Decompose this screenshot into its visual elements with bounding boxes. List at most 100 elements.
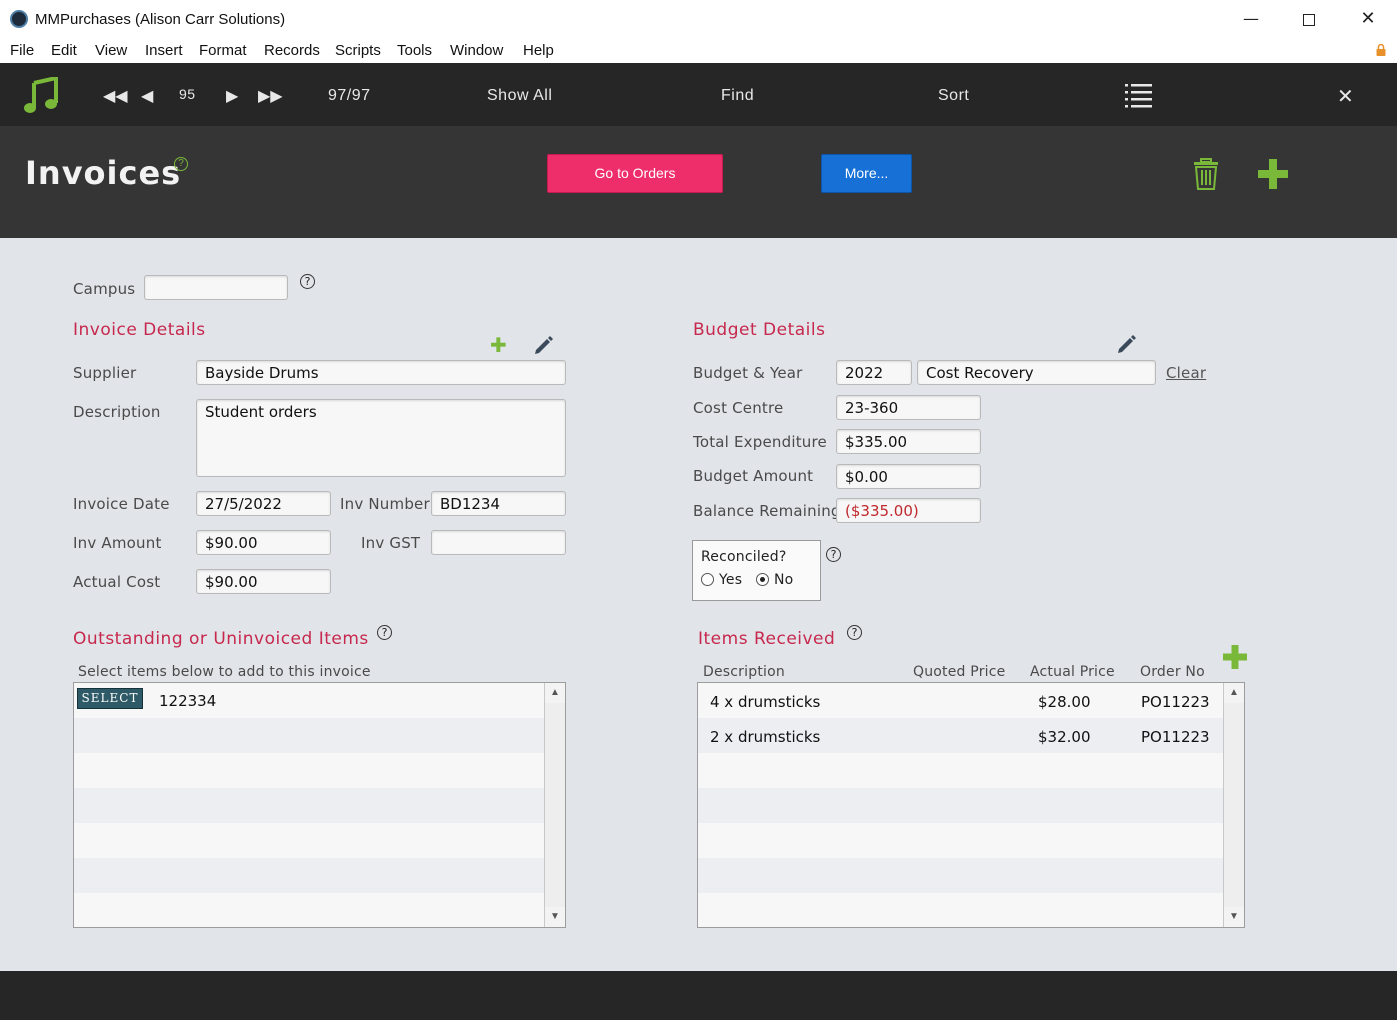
item-description: 4 x drumsticks bbox=[710, 693, 821, 711]
budget-amount-label: Budget Amount bbox=[693, 467, 814, 485]
window-title: MMPurchases (Alison Carr Solutions) bbox=[35, 11, 286, 28]
item-order-no: PO11223 bbox=[1141, 693, 1210, 711]
inv-gst-field[interactable] bbox=[431, 530, 566, 555]
budget-amount-field[interactable]: $0.00 bbox=[836, 464, 981, 489]
menu-tools[interactable]: Tools bbox=[397, 42, 432, 59]
go-to-orders-button[interactable]: Go to Orders bbox=[547, 154, 723, 193]
balance-remaining-field[interactable]: ($335.00) bbox=[836, 498, 981, 523]
table-row bbox=[698, 753, 1223, 788]
invoice-date-label: Invoice Date bbox=[73, 495, 170, 513]
description-label: Description bbox=[73, 403, 161, 421]
campus-label: Campus bbox=[73, 280, 136, 298]
outstanding-instruction: Select items below to add to this invoic… bbox=[78, 664, 371, 680]
invoice-details-heading: Invoice Details bbox=[73, 320, 206, 340]
actual-cost-label: Actual Cost bbox=[73, 573, 161, 591]
budget-year-label: Budget & Year bbox=[693, 364, 803, 382]
add-item-icon[interactable] bbox=[1223, 645, 1247, 669]
invoice-date-field[interactable]: 27/5/2022 bbox=[196, 491, 331, 516]
reconciled-help-icon[interactable]: ? bbox=[826, 547, 841, 562]
close-layout-icon[interactable]: ✕ bbox=[1337, 84, 1354, 108]
reconciled-label: Reconciled? bbox=[701, 549, 787, 565]
list-item bbox=[74, 823, 544, 858]
list-item bbox=[74, 753, 544, 788]
items-received-help-icon[interactable]: ? bbox=[847, 625, 862, 640]
title-help-icon[interactable]: ? bbox=[174, 157, 188, 171]
items-received-scrollbar[interactable]: ▲ ▼ bbox=[1223, 683, 1244, 927]
record-count: 97/97 bbox=[328, 87, 371, 104]
reconciled-no-radio[interactable] bbox=[756, 573, 769, 586]
app-icon bbox=[10, 10, 28, 28]
reconciled-yes-label: Yes bbox=[719, 572, 743, 588]
col-description: Description bbox=[703, 664, 785, 680]
actual-cost-field[interactable]: $90.00 bbox=[196, 569, 331, 594]
menu-scripts[interactable]: Scripts bbox=[335, 42, 381, 59]
record-number[interactable]: 95 bbox=[179, 86, 196, 102]
campus-help-icon[interactable]: ? bbox=[300, 274, 315, 289]
select-item-button[interactable]: SELECT bbox=[77, 688, 143, 709]
add-supplier-icon[interactable]: ✚ bbox=[490, 333, 507, 357]
minimize-icon[interactable]: — bbox=[1231, 6, 1271, 32]
cost-centre-field[interactable]: 23-360 bbox=[836, 395, 981, 420]
menu-insert[interactable]: Insert bbox=[145, 42, 183, 59]
table-row bbox=[698, 858, 1223, 893]
inv-number-field[interactable]: BD1234 bbox=[431, 491, 566, 516]
menu-edit[interactable]: Edit bbox=[51, 42, 77, 59]
inv-amount-field[interactable]: $90.00 bbox=[196, 530, 331, 555]
scroll-up-icon[interactable]: ▲ bbox=[1224, 683, 1244, 703]
trash-icon[interactable] bbox=[1193, 158, 1219, 190]
table-row[interactable]: 2 x drumsticks $32.00 PO11223 bbox=[698, 718, 1223, 753]
add-record-icon[interactable] bbox=[1258, 159, 1288, 189]
lock-icon bbox=[1376, 44, 1386, 56]
menu-file[interactable]: File bbox=[10, 42, 34, 59]
items-received-portal: 4 x drumsticks $28.00 PO11223 2 x drumst… bbox=[697, 682, 1245, 928]
close-window-icon[interactable]: ✕ bbox=[1348, 6, 1388, 32]
more-button[interactable]: More... bbox=[821, 154, 912, 193]
total-expenditure-field[interactable]: $335.00 bbox=[836, 429, 981, 454]
table-row[interactable]: 4 x drumsticks $28.00 PO11223 bbox=[698, 683, 1223, 718]
edit-supplier-icon[interactable] bbox=[533, 334, 555, 356]
outstanding-scrollbar[interactable]: ▲ ▼ bbox=[544, 683, 565, 927]
col-quoted-price: Quoted Price bbox=[913, 664, 1006, 680]
find-button[interactable]: Find bbox=[721, 87, 754, 105]
items-received-heading: Items Received bbox=[698, 629, 836, 649]
menu-window[interactable]: Window bbox=[450, 42, 503, 59]
menu-view[interactable]: View bbox=[95, 42, 127, 59]
menu-records[interactable]: Records bbox=[264, 42, 320, 59]
reconciled-no-label: No bbox=[774, 572, 794, 588]
table-row bbox=[698, 893, 1223, 927]
edit-budget-icon[interactable] bbox=[1116, 333, 1138, 355]
menu-format[interactable]: Format bbox=[199, 42, 247, 59]
supplier-field[interactable]: Bayside Drums bbox=[196, 360, 566, 385]
list-item bbox=[74, 858, 544, 893]
music-note-icon bbox=[24, 77, 58, 113]
scroll-down-icon[interactable]: ▼ bbox=[545, 907, 565, 927]
item-description: 2 x drumsticks bbox=[710, 728, 821, 746]
table-row bbox=[698, 788, 1223, 823]
total-expenditure-label: Total Expenditure bbox=[693, 433, 827, 451]
inv-number-label: Inv Number bbox=[340, 495, 430, 513]
last-record-icon[interactable]: ▶▶ bbox=[258, 86, 283, 105]
campus-field[interactable] bbox=[144, 275, 288, 300]
scroll-down-icon[interactable]: ▼ bbox=[1224, 907, 1244, 927]
budget-year-field[interactable]: 2022 bbox=[836, 360, 912, 385]
menu-help[interactable]: Help bbox=[523, 42, 554, 59]
previous-record-icon[interactable]: ◀ bbox=[141, 86, 153, 105]
outstanding-portal: SELECT 122334 ▲ ▼ bbox=[73, 682, 566, 928]
show-all-button[interactable]: Show All bbox=[487, 87, 552, 105]
maximize-icon[interactable] bbox=[1289, 6, 1329, 32]
clear-budget-link[interactable]: Clear bbox=[1166, 364, 1206, 382]
list-view-icon[interactable] bbox=[1125, 84, 1152, 108]
first-record-icon[interactable]: ◀◀ bbox=[103, 86, 128, 105]
reconciled-yes-radio[interactable] bbox=[701, 573, 714, 586]
inv-amount-label: Inv Amount bbox=[73, 534, 162, 552]
list-item bbox=[74, 893, 544, 927]
outstanding-help-icon[interactable]: ? bbox=[377, 625, 392, 640]
description-field[interactable]: Student orders bbox=[196, 399, 566, 477]
next-record-icon[interactable]: ▶ bbox=[226, 86, 238, 105]
radio-selected-dot bbox=[760, 577, 765, 582]
item-actual-price: $32.00 bbox=[1038, 728, 1091, 746]
table-row bbox=[698, 823, 1223, 858]
scroll-up-icon[interactable]: ▲ bbox=[545, 683, 565, 703]
sort-button[interactable]: Sort bbox=[938, 87, 969, 105]
budget-name-field[interactable]: Cost Recovery bbox=[917, 360, 1156, 385]
